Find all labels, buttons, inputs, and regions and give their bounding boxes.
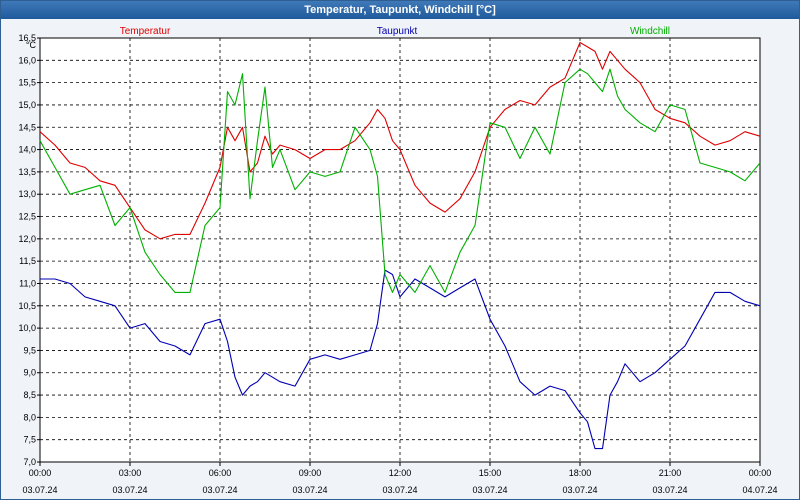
y-tick-label: 10,0 xyxy=(18,323,36,333)
x-tick-time: 12:00 xyxy=(389,468,412,478)
legend-taupunkt: Taupunkt xyxy=(377,26,418,37)
y-tick-label: 12,5 xyxy=(18,212,36,222)
y-tick-label: 10,5 xyxy=(18,301,36,311)
x-tick-time: 00:00 xyxy=(29,468,52,478)
legend-windchill: Windchill xyxy=(630,26,670,37)
x-tick-time: 06:00 xyxy=(209,468,232,478)
y-tick-label: 8,5 xyxy=(23,390,36,400)
x-tick-date: 03.07.24 xyxy=(472,485,507,495)
legend-temperatur: Temperatur xyxy=(120,26,171,37)
y-tick-label: 16,0 xyxy=(18,55,36,65)
y-tick-label: 7,5 xyxy=(23,435,36,445)
x-tick-time: 00:00 xyxy=(749,468,772,478)
x-tick-date: 03.07.24 xyxy=(652,485,687,495)
y-tick-label: 11,0 xyxy=(19,278,36,288)
x-tick-time: 15:00 xyxy=(479,468,502,478)
x-tick-time: 03:00 xyxy=(119,468,142,478)
y-tick-label: 9,0 xyxy=(23,368,36,378)
y-axis-unit: °C xyxy=(26,40,37,50)
x-tick-time: 21:00 xyxy=(659,468,682,478)
y-tick-label: 13,5 xyxy=(18,167,36,177)
y-tick-label: 14,5 xyxy=(18,122,36,132)
x-tick-date: 03.07.24 xyxy=(562,485,597,495)
x-tick-date: 03.07.24 xyxy=(112,485,147,495)
x-tick-date: 03.07.24 xyxy=(22,485,57,495)
x-tick-date: 03.07.24 xyxy=(382,485,417,495)
y-tick-label: 9,5 xyxy=(23,345,36,355)
x-tick-time: 18:00 xyxy=(569,468,592,478)
y-tick-label: 11,5 xyxy=(19,256,36,266)
y-tick-label: 15,0 xyxy=(18,100,36,110)
x-tick-date: 03.07.24 xyxy=(202,485,237,495)
y-tick-label: 8,0 xyxy=(23,412,36,422)
x-tick-time: 09:00 xyxy=(299,468,322,478)
y-tick-label: 13,0 xyxy=(18,189,36,199)
y-tick-label: 15,5 xyxy=(18,78,36,88)
x-tick-date: 03.07.24 xyxy=(292,485,327,495)
chart-svg: 16,516,015,515,014,514,013,513,012,512,0… xyxy=(18,26,777,495)
x-tick-date: 04.07.24 xyxy=(742,485,777,495)
y-tick-label: 7,0 xyxy=(23,457,36,467)
y-tick-label: 12,0 xyxy=(18,234,36,244)
y-tick-label: 14,0 xyxy=(18,145,36,155)
